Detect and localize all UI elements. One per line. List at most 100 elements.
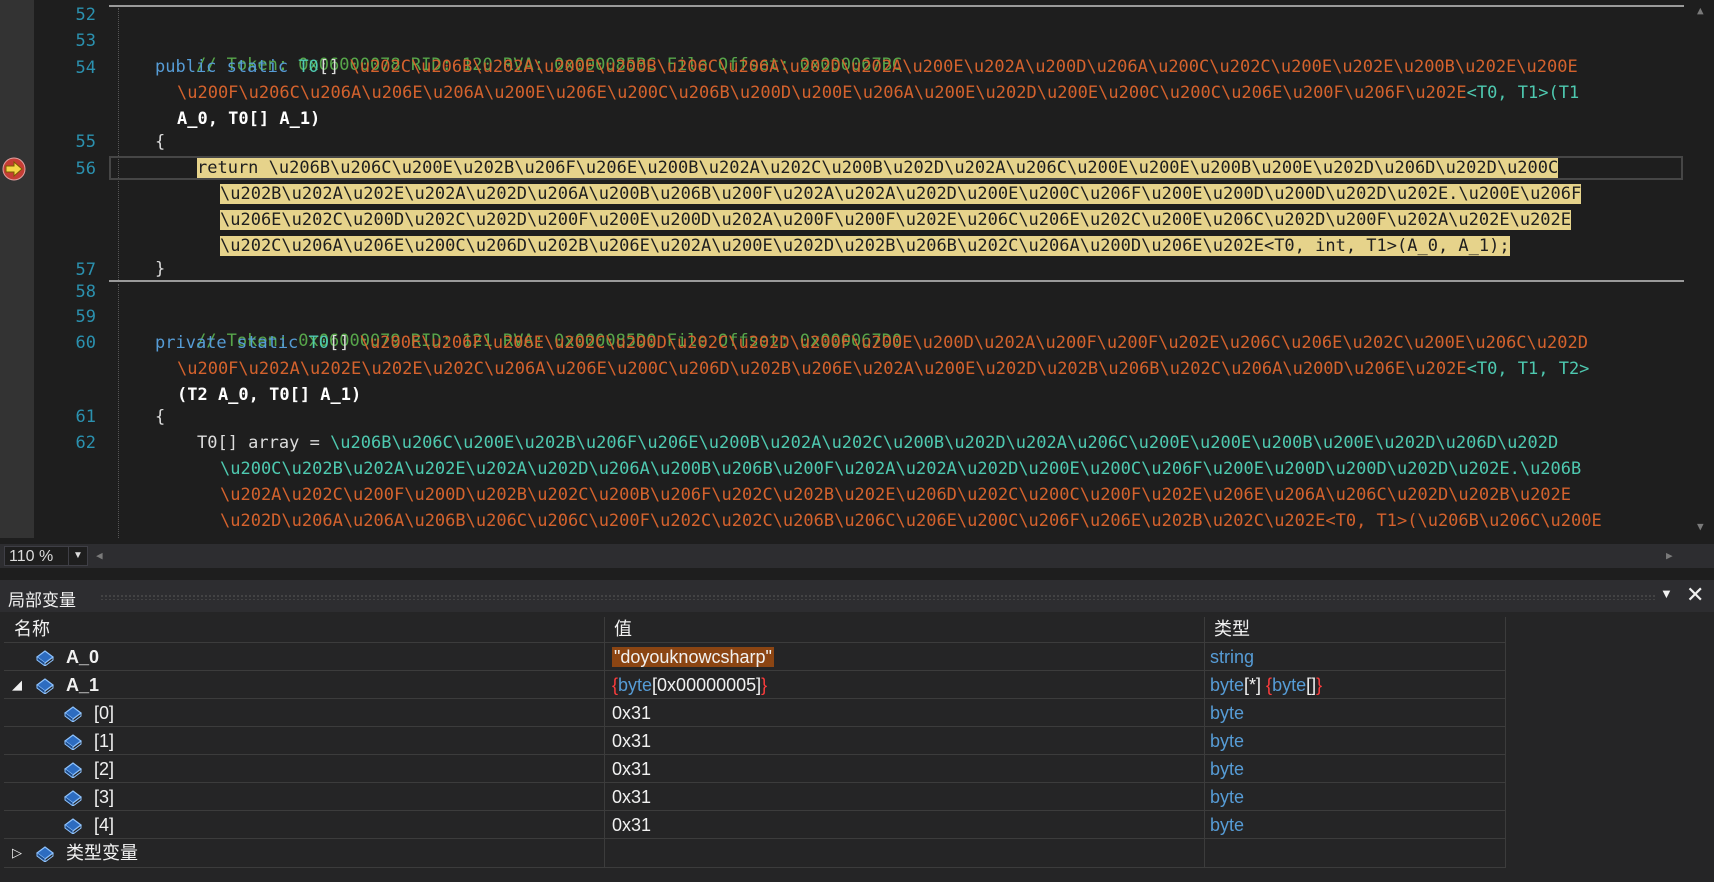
open-brace: { (155, 132, 166, 152)
code-line-60[interactable]: private static T0[] \u200E\u206F\u206E\u… (155, 331, 1588, 355)
variable-icon (64, 706, 82, 722)
code-line-56-wrap[interactable]: \u202C\u206A\u206E\u200C\u206D\u202B\u20… (220, 234, 1510, 258)
code-line-57[interactable]: } (155, 257, 165, 281)
line-number-gutter: 52 53 54 55 56 57 58 59 60 61 62 (34, 0, 104, 538)
method-name[interactable]: \u206B\u206C\u200E\u202B\u206F\u206E\u20… (330, 433, 1558, 453)
expand-triangle-icon[interactable]: ▷ (10, 839, 24, 867)
variable-name: [4] (94, 815, 115, 835)
variable-icon (36, 678, 54, 694)
variable-value[interactable]: {byte[0x00000005]} (612, 671, 767, 699)
horizontal-scrollbar[interactable]: ◀ ▶ (96, 549, 1676, 562)
generic-args: <T0, T1>(T1 (1466, 83, 1580, 103)
line-number: 62 (75, 433, 96, 453)
code-line-62[interactable]: T0[] array = \u206B\u206C\u200E\u202B\u2… (197, 431, 1558, 455)
code-line-54-wrap[interactable]: \u200F\u206C\u206A\u206E\u206A\u200E\u20… (177, 81, 1579, 105)
window-options-dropdown-icon[interactable]: ▼ (1660, 586, 1673, 601)
variable-name: [1] (94, 731, 115, 751)
locals-window: 局部变量 ▼ ✕ 名称 值 类型 A_0 "doyouknowcsharp" s… (0, 580, 1714, 882)
variable-value[interactable]: 0x31 (612, 811, 651, 839)
variable-icon (64, 818, 82, 834)
collapse-triangle-icon[interactable]: ◢ (10, 671, 24, 699)
keyword: public static (155, 57, 289, 77)
column-divider[interactable] (604, 617, 605, 642)
variable-value[interactable]: 0x31 (612, 699, 651, 727)
keyword: private static (155, 333, 299, 353)
variable-name: A_1 (66, 675, 100, 695)
code-line-62-wrap[interactable]: \u202A\u202C\u200F\u200D\u202B\u202C\u20… (220, 483, 1571, 507)
locals-title-bar[interactable]: 局部变量 ▼ ✕ (0, 580, 1714, 612)
method-name[interactable]: \u200F\u206C\u206A\u206E\u206A\u200E\u20… (177, 83, 1467, 103)
table-row[interactable]: ▷ 类型变量 (4, 838, 1506, 868)
parameters: A_0, T0[] A_1) (177, 109, 321, 129)
column-divider[interactable] (1505, 617, 1506, 642)
code-line-59[interactable]: // Token: 0x06000079 RID: 121 RVA: 0x000… (155, 305, 902, 351)
column-header-type[interactable]: 类型 (1204, 617, 1506, 642)
method-name[interactable]: \u200C\u202B\u202A\u202E\u202A\u202D\u20… (220, 459, 1581, 479)
breakpoint-arrow-icon[interactable] (1, 156, 27, 182)
variable-type: byte[*] {byte[]} (1210, 675, 1323, 695)
method-name[interactable]: \u202D\u206A\u206A\u206B\u206C\u206C\u20… (220, 511, 1602, 531)
vertical-scrollbar[interactable]: ▲ ▼ (1690, 0, 1714, 538)
code-line-62-wrap[interactable]: \u202D\u206A\u206A\u206B\u206C\u206C\u20… (220, 509, 1602, 533)
code-line-56-wrap[interactable]: \u206E\u202C\u200D\u202C\u202D\u200F\u20… (220, 208, 1572, 232)
zoom-dropdown[interactable]: 110 % ▼ (4, 546, 88, 566)
line-number: 57 (75, 260, 96, 280)
method-name[interactable]: \u202A\u202C\u200F\u200D\u202B\u202C\u20… (220, 485, 1571, 505)
column-divider[interactable] (1204, 617, 1205, 642)
drag-grip[interactable] (100, 594, 1655, 600)
variable-type: byte (1210, 731, 1245, 751)
table-row[interactable]: [4] 0x31 byte (4, 810, 1506, 839)
column-header-name[interactable]: 名称 (4, 617, 604, 642)
table-row[interactable]: [0] 0x31 byte (4, 698, 1506, 727)
variable-icon (64, 762, 82, 778)
scroll-up-icon[interactable]: ▲ (1697, 4, 1704, 17)
scroll-right-icon[interactable]: ▶ (1666, 549, 1673, 562)
scroll-left-icon[interactable]: ◀ (96, 549, 103, 562)
variable-value[interactable]: 0x31 (612, 783, 651, 811)
code-line-55[interactable]: { (155, 130, 165, 154)
line-number: 56 (75, 159, 96, 179)
line-number: 53 (75, 31, 96, 51)
code-line-56[interactable]: return \u206B\u206C\u200E\u202B\u206F\u2… (197, 156, 1559, 180)
method-name[interactable]: \u200E\u206F\u206E\u202C\u200D\u202C\u20… (360, 333, 1588, 353)
table-row[interactable]: [1] 0x31 byte (4, 726, 1506, 755)
close-icon[interactable]: ✕ (1686, 582, 1704, 608)
table-row[interactable]: [3] 0x31 byte (4, 782, 1506, 811)
column-header-value[interactable]: 值 (604, 617, 1204, 642)
code-line-61[interactable]: { (155, 405, 165, 429)
scroll-down-icon[interactable]: ▼ (1697, 520, 1704, 533)
variable-icon (36, 650, 54, 666)
dropdown-icon[interactable]: ▼ (68, 547, 87, 565)
line-number: 58 (75, 282, 96, 302)
variable-name: [2] (94, 759, 115, 779)
variable-value[interactable]: 0x31 (612, 755, 651, 783)
table-row[interactable]: ◢ A_1 {byte[0x00000005]} byte[*] {byte[]… (4, 670, 1506, 699)
code-line-56-wrap[interactable]: \u202B\u202A\u202E\u202A\u202D\u206A\u20… (220, 182, 1582, 206)
table-row[interactable]: [2] 0x31 byte (4, 754, 1506, 783)
line-number: 55 (75, 132, 96, 152)
method-name[interactable]: \u200F\u202A\u202E\u202E\u202C\u206A\u20… (177, 359, 1467, 379)
method-name[interactable]: \u202C\u206B\u202A\u200E\u200B\u206C\u20… (350, 57, 1578, 77)
variable-icon (64, 734, 82, 750)
current-statement[interactable]: return \u206B\u206C\u200E\u202B\u206F\u2… (197, 158, 1559, 178)
code-line-62-wrap[interactable]: \u200C\u202B\u202A\u202E\u202A\u202D\u20… (220, 457, 1581, 481)
indent-guide (118, 284, 119, 538)
variable-value[interactable]: "doyouknowcsharp" (612, 647, 774, 667)
indicator-margin[interactable] (0, 0, 34, 538)
code-line-60-wrap[interactable]: \u200F\u202A\u202E\u202E\u202C\u206A\u20… (177, 357, 1589, 381)
punctuation: [] (318, 57, 340, 77)
table-row[interactable]: A_0 "doyouknowcsharp" string (4, 642, 1506, 671)
code-editor[interactable]: 52 53 54 55 56 57 58 59 60 61 62 // Toke… (0, 0, 1714, 538)
code-line-54-wrap[interactable]: A_0, T0[] A_1) (177, 107, 320, 131)
code-line-60-wrap[interactable]: (T2 A_0, T0[] A_1) (177, 383, 361, 407)
line-number: 60 (75, 333, 96, 353)
current-statement[interactable]: \u202C\u206A\u206E\u200C\u206D\u202B\u20… (220, 236, 1510, 256)
code-line-54[interactable]: public static T0[] \u202C\u206B\u202A\u2… (155, 55, 1578, 79)
current-statement[interactable]: \u206E\u202C\u200D\u202C\u202D\u200F\u20… (220, 210, 1572, 230)
variable-name: 类型变量 (66, 843, 138, 863)
line-number: 61 (75, 407, 96, 427)
current-statement[interactable]: \u202B\u202A\u202E\u202A\u202D\u206A\u20… (220, 184, 1582, 204)
variable-value[interactable]: 0x31 (612, 727, 651, 755)
method-separator (109, 280, 1684, 282)
code-line-53[interactable]: // Token: 0x06000078 RID: 120 RVA: 0x000… (155, 29, 902, 75)
